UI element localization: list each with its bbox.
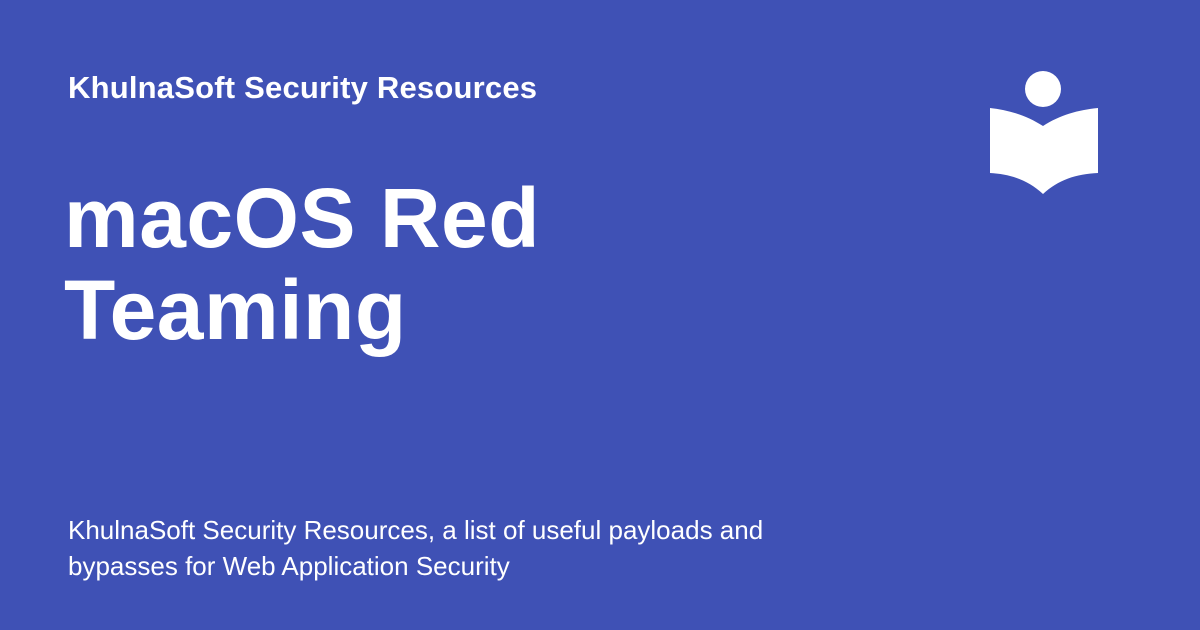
site-name: KhulnaSoft Security Resources <box>68 70 538 105</box>
page-title: macOS Red Teaming <box>64 171 541 357</box>
page-description: KhulnaSoft Security Resources, a list of… <box>68 515 764 581</box>
social-card: KhulnaSoft Security Resources macOS Red … <box>0 0 1200 630</box>
book-reader-icon <box>990 71 1098 194</box>
